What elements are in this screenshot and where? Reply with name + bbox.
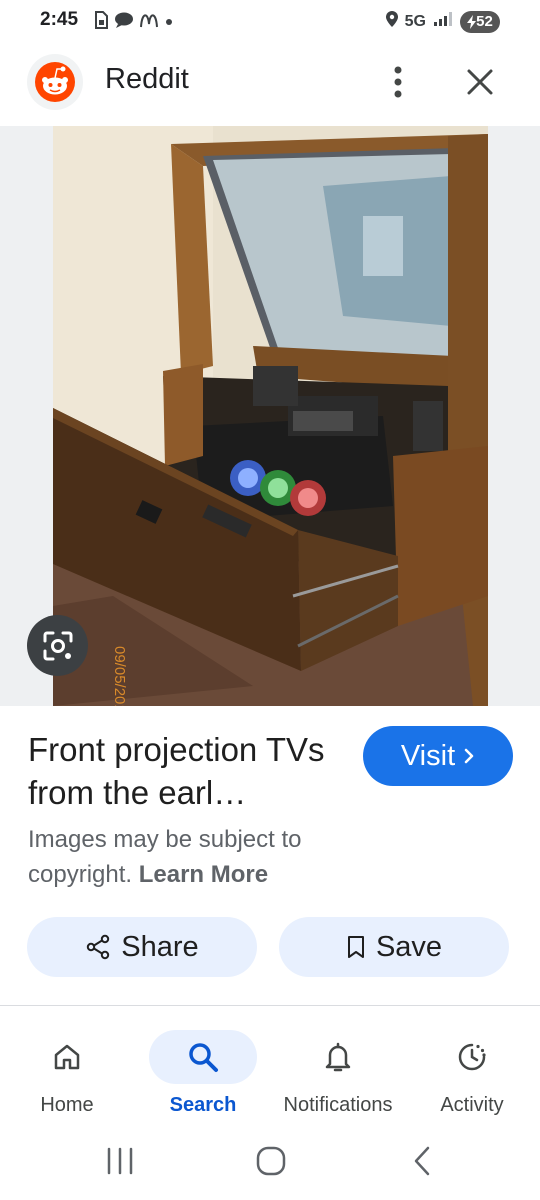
nav-label-activity: Activity <box>440 1094 504 1116</box>
projection-tv-photo[interactable]: 09/05/2011 <box>53 126 488 706</box>
close-icon <box>467 69 493 95</box>
chevron-right-icon <box>464 748 474 764</box>
signal-icon <box>432 11 454 32</box>
date-stamp: 09/05/2011 <box>111 646 128 706</box>
visit-label: Visit <box>400 739 456 772</box>
activity-icon <box>458 1043 486 1071</box>
google-lens-button[interactable] <box>27 615 88 676</box>
sim-card-icon <box>94 11 108 35</box>
recent-apps-button[interactable] <box>105 1147 135 1175</box>
share-icon <box>87 934 110 960</box>
lens-icon <box>43 631 72 660</box>
nav-label-notifications: Notifications <box>283 1094 393 1116</box>
bottom-navigation: Home Search Notifications Activity <box>0 1020 540 1130</box>
result-title[interactable]: Front projection TVs from the earl… <box>28 728 348 814</box>
copyright-notice: Images may be subject to copyright. Lear… <box>28 822 368 892</box>
nav-item-activity[interactable]: Activity <box>407 1030 537 1117</box>
nav-item-notifications[interactable]: Notifications <box>273 1030 403 1117</box>
bookmark-icon <box>347 936 364 958</box>
notification-icons <box>94 11 174 35</box>
home-icon <box>54 1044 80 1070</box>
visit-button[interactable]: Visit <box>363 726 513 786</box>
activity-icon-wrap <box>418 1030 526 1084</box>
save-button[interactable]: Save <box>279 917 509 977</box>
search-icon-wrap <box>149 1030 257 1084</box>
bell-icon-wrap <box>284 1030 392 1084</box>
chat-bubble-icon <box>114 11 134 35</box>
status-right: 5G 52 <box>385 10 500 33</box>
divider <box>0 1005 540 1006</box>
more-vert-icon <box>394 66 402 98</box>
image-preview-area: 09/05/2011 <box>0 126 540 706</box>
dot-icon <box>164 13 174 33</box>
nav-label-search: Search <box>169 1094 237 1116</box>
share-label: Share <box>121 930 199 963</box>
system-navigation <box>0 1135 540 1190</box>
learn-more-link[interactable]: Learn More <box>139 861 268 888</box>
battery-charging-icon: 52 <box>460 10 500 33</box>
home-icon-wrap <box>13 1030 121 1084</box>
home-system-button[interactable] <box>255 1145 287 1177</box>
back-button[interactable] <box>410 1145 434 1177</box>
search-icon <box>189 1043 218 1072</box>
app-header: Reddit <box>0 50 540 116</box>
bell-icon <box>325 1042 351 1072</box>
status-bar: 2:45 5G 52 <box>0 0 540 46</box>
battery-level: 52 <box>476 13 493 30</box>
nav-label-home: Home <box>40 1094 94 1116</box>
share-button[interactable]: Share <box>27 917 257 977</box>
nav-item-home[interactable]: Home <box>2 1030 132 1117</box>
save-label: Save <box>375 930 443 963</box>
status-time: 2:45 <box>40 9 79 30</box>
nav-item-search[interactable]: Search <box>138 1030 268 1117</box>
network-label: 5G <box>404 12 426 30</box>
more-options-button[interactable] <box>382 62 414 102</box>
reddit-logo-icon <box>27 54 83 110</box>
close-button[interactable] <box>460 62 500 102</box>
location-icon <box>385 10 399 33</box>
mcdonalds-icon <box>140 12 158 34</box>
app-title: Reddit <box>105 63 189 95</box>
